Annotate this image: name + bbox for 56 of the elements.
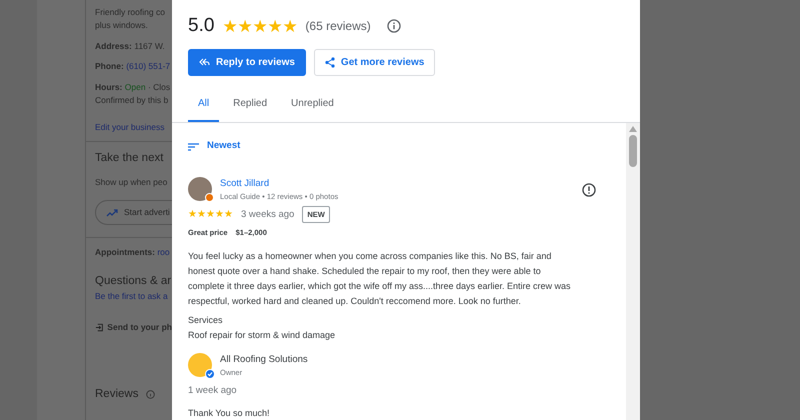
section-text: Show up when peo <box>95 176 168 188</box>
reply-text: Thank You so much! <box>188 407 271 420</box>
section-title: Take the next <box>95 151 164 166</box>
phone-link[interactable]: (610) 551-7 <box>126 61 170 72</box>
share-icon <box>324 56 335 68</box>
edit-business-link[interactable]: Edit your business <box>95 122 164 132</box>
review-time: 3 weeks ago <box>241 208 294 222</box>
section-title: Questions & ar <box>95 274 172 289</box>
reply-button[interactable]: Reply to reviews <box>188 48 306 76</box>
description-text: Friendly roofing co <box>95 7 165 17</box>
review-count: (65 reviews) <box>305 18 371 36</box>
info-icon[interactable] <box>386 19 401 34</box>
verified-icon <box>205 368 215 378</box>
star-icon: ★ <box>282 16 298 36</box>
ask-question-link[interactable]: Be the first to ask a <box>95 290 172 303</box>
field-label: Hours: <box>95 82 122 92</box>
send-icon <box>95 322 104 332</box>
local-guide-badge-icon <box>205 192 214 202</box>
info-icon <box>146 390 156 399</box>
reviewer-name-link[interactable]: Scott Jillard <box>220 176 574 191</box>
field-value: 1167 W. <box>134 40 165 50</box>
filter-tab[interactable]: Unreplied <box>281 90 344 122</box>
services-text: Roof repair for storm & wind damage <box>188 328 336 342</box>
field-label: Address: <box>95 40 132 50</box>
section-title: Reviews <box>95 386 138 402</box>
report-icon[interactable] <box>582 182 596 196</box>
star-icon: ★ <box>252 16 268 36</box>
star-icon: ★ <box>188 209 197 220</box>
star-icon: ★ <box>215 209 224 220</box>
services-label: Services <box>188 314 224 326</box>
sort-button[interactable]: Newest <box>188 139 240 154</box>
reply-all-icon <box>199 58 210 66</box>
review-text: You feel lucky as a homeowner when you come across companies like this. No BS, fair and honest quote over a hand shake. Scheduled the repair to my roof, then they were able to complete it three days earlier, which got the wife off my ass....three days earlier. Entire crew was respectful, worked hard and cleaned up. Couldn't reccomend more. Look no further. <box>188 250 572 308</box>
send-to-phone-link[interactable]: Send to your ph <box>107 320 172 334</box>
star-icon: ★ <box>224 209 233 220</box>
star-icon: ★ <box>197 209 206 220</box>
get-reviews-button[interactable]: Get more reviews <box>314 48 436 76</box>
field-label: Phone: <box>95 61 124 72</box>
field-label: Appointments: <box>95 247 155 257</box>
star-icon: ★ <box>222 16 238 36</box>
star-icon: ★ <box>206 209 215 220</box>
sort-icon <box>188 142 199 150</box>
rating-value: 5.0 <box>188 14 214 38</box>
filter-tab[interactable]: Replied <box>223 90 278 122</box>
filter-tab[interactable]: All <box>188 90 220 122</box>
open-status: Open <box>124 82 146 92</box>
scrollbar-thumb[interactable] <box>629 134 637 166</box>
description-text: plus windows. <box>95 20 148 30</box>
reply-time: 1 week ago <box>188 384 238 398</box>
star-icon: ★ <box>237 16 252 36</box>
star-icon: ★ <box>267 16 282 36</box>
description-text: Confirmed by this b <box>95 94 168 105</box>
hours-text: · Clos <box>148 82 170 92</box>
trend-icon <box>106 208 118 217</box>
appointments-link[interactable]: roo <box>157 247 170 257</box>
owner-name: All Roofing Solutions <box>220 352 308 366</box>
